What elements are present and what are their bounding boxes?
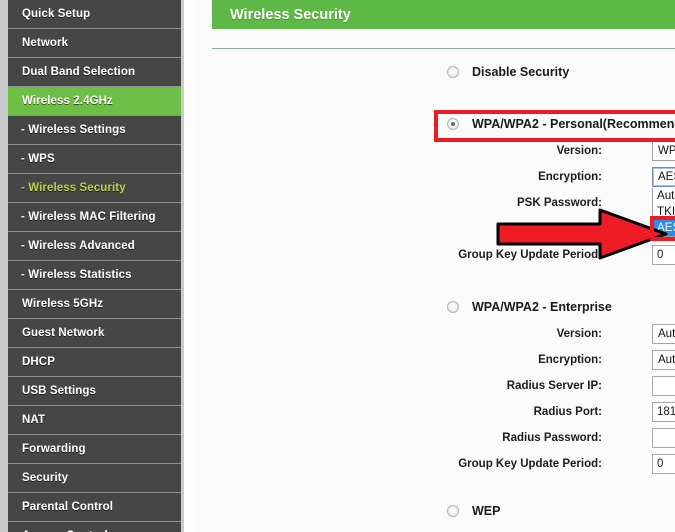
label-personal-version: Version: xyxy=(556,145,602,157)
sidebar-item-wireless-2-4ghz[interactable]: Wireless 2.4GHz xyxy=(8,87,181,116)
sidebar-item-label: Wireless 5GHz xyxy=(22,298,104,310)
sidebar-item-label: Forwarding xyxy=(22,443,86,455)
option-disable-security-label: Disable Security xyxy=(472,65,570,79)
sidebar-item-label: - WPS xyxy=(21,153,55,165)
label-enterprise-group-key: Group Key Update Period: xyxy=(458,458,602,470)
option-disable-security[interactable]: Disable Security xyxy=(447,65,569,79)
sidebar-item-wps[interactable]: - WPS xyxy=(8,145,181,174)
select-personal-encryption[interactable]: AES ▼ xyxy=(652,167,675,187)
sidebar-item-label: Network xyxy=(22,37,69,49)
router-admin-page: Quick Setup Network Dual Band Selection Wir… xyxy=(0,0,675,532)
sidebar-item-label: - Wireless Statistics xyxy=(21,269,132,281)
sidebar-item-label: - Wireless Advanced xyxy=(21,240,135,252)
sidebar-item-access-control[interactable]: Access Control xyxy=(8,522,181,532)
sidebar-item-usb-settings[interactable]: USB Settings xyxy=(8,377,181,406)
sidebar-item-wireless-settings[interactable]: - Wireless Settings xyxy=(8,116,181,145)
sidebar-item-label: Dual Band Selection xyxy=(22,66,136,78)
select-enterprise-encryption-value: Automatic xyxy=(658,354,675,366)
select-personal-version-value: WPA2-PSK xyxy=(658,145,675,157)
wireless-security-form: Disable Security WPA/WPA2 - Personal(Rec… xyxy=(194,49,675,532)
select-personal-encryption-value: AES xyxy=(658,171,675,183)
option-wep-label: WEP xyxy=(472,504,501,518)
select-enterprise-version-value: Automatic xyxy=(658,328,675,340)
dropdown-option[interactable]: Automatic(Recommended) xyxy=(653,188,675,204)
sidebar-item-label: DHCP xyxy=(22,356,55,368)
radio-wpa-enterprise[interactable] xyxy=(447,301,459,313)
option-wpa-enterprise-label: WPA/WPA2 - Enterprise xyxy=(472,300,612,314)
sidebar-item-parental-control[interactable]: Parental Control xyxy=(8,493,181,522)
option-wep[interactable]: WEP xyxy=(447,504,500,518)
sidebar-item-wireless-mac-filtering[interactable]: - Wireless MAC Filtering xyxy=(8,203,181,232)
label-personal-encryption: Encryption: xyxy=(538,171,602,183)
sidebar-item-nat[interactable]: NAT xyxy=(8,406,181,435)
radio-wpa-personal[interactable] xyxy=(447,118,459,130)
sidebar-item-label: - Wireless MAC Filtering xyxy=(21,211,156,223)
sidebar-item-label: - Wireless Settings xyxy=(21,124,126,136)
label-enterprise-encryption: Encryption: xyxy=(538,354,602,366)
sidebar-item-label: - Wireless Security xyxy=(21,182,126,194)
sidebar-item-wireless-5ghz[interactable]: Wireless 5GHz xyxy=(8,290,181,319)
input-radius-port[interactable]: 1812 xyxy=(652,402,675,422)
sidebar-item-label: Quick Setup xyxy=(22,8,91,20)
sidebar-item-label: USB Settings xyxy=(22,385,97,397)
annotation-arrow-icon xyxy=(496,208,668,260)
label-radius-port: Radius Port: xyxy=(533,406,602,418)
sidebar-item-dual-band-selection[interactable]: Dual Band Selection xyxy=(8,58,181,87)
sidebar-item-label: Parental Control xyxy=(22,501,114,513)
sidebar-item-quick-setup[interactable]: Quick Setup xyxy=(8,0,181,29)
sidebar-item-security[interactable]: Security xyxy=(8,464,181,493)
sidebar-item-label: Wireless 2.4GHz xyxy=(22,95,113,107)
sidebar-item-wireless-statistics[interactable]: - Wireless Statistics xyxy=(8,261,181,290)
sidebar-item-forwarding[interactable]: Forwarding xyxy=(8,435,181,464)
input-radius-server-ip[interactable] xyxy=(652,376,675,396)
label-radius-password: Radius Password: xyxy=(502,432,602,444)
label-radius-server-ip: Radius Server IP: xyxy=(506,380,602,392)
sidebar-item-wireless-advanced[interactable]: - Wireless Advanced xyxy=(8,232,181,261)
page-title: Wireless Security xyxy=(212,0,675,29)
sidebar-item-dhcp[interactable]: DHCP xyxy=(8,348,181,377)
label-enterprise-version: Version: xyxy=(556,328,602,340)
radio-wep[interactable] xyxy=(447,505,459,517)
select-personal-version[interactable]: WPA2-PSK ▼ xyxy=(652,141,675,161)
input-radius-password[interactable] xyxy=(652,428,675,448)
sidebar-item-guest-network[interactable]: Guest Network xyxy=(8,319,181,348)
radio-disable-security[interactable] xyxy=(447,66,459,78)
option-wpa-personal-label: WPA/WPA2 - Personal(Recommended) xyxy=(472,117,675,131)
option-wpa-enterprise[interactable]: WPA/WPA2 - Enterprise xyxy=(447,300,612,314)
sidebar-navigation: Quick Setup Network Dual Band Selection Wir… xyxy=(0,0,184,532)
sidebar-item-label: NAT xyxy=(22,414,46,426)
select-enterprise-encryption[interactable]: Automatic ▼ xyxy=(652,350,675,370)
sidebar-item-label: Guest Network xyxy=(22,327,105,339)
select-enterprise-version[interactable]: Automatic ▼ xyxy=(652,324,675,344)
sidebar-item-wireless-security[interactable]: - Wireless Security xyxy=(8,174,181,203)
option-wpa-personal[interactable]: WPA/WPA2 - Personal(Recommended) xyxy=(447,117,675,131)
sidebar-item-network[interactable]: Network xyxy=(8,29,181,58)
input-enterprise-group-key[interactable]: 0 xyxy=(652,454,675,474)
sidebar-item-label: Security xyxy=(22,472,69,484)
main-content: Wireless Security Disable Security WPA/W… xyxy=(194,0,675,532)
